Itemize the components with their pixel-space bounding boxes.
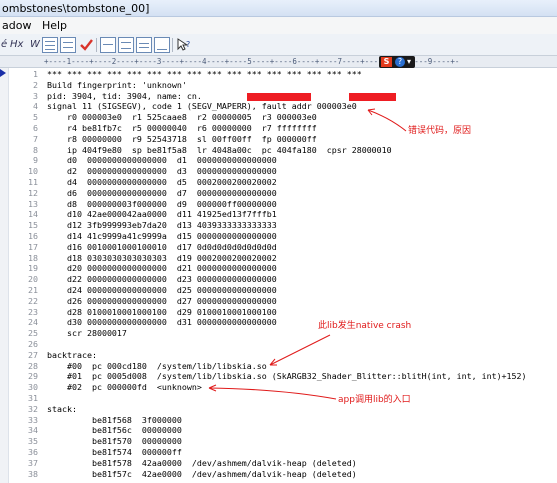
document-icon[interactable]: [136, 37, 152, 53]
check-icon[interactable]: [78, 37, 94, 53]
ime-dropdown-icon[interactable]: ▾: [407, 56, 411, 68]
hex-mode-button[interactable]: Hx: [10, 37, 30, 53]
column-mode-icon[interactable]: [60, 37, 76, 53]
toolbar: é Hx W ?: [0, 34, 557, 56]
split-view-icon[interactable]: [118, 37, 134, 53]
toolbar-edge-icon[interactable]: é: [1, 37, 9, 53]
menu-help[interactable]: Help: [40, 17, 72, 34]
annotation-native-crash: 此lib发生native crash: [318, 321, 412, 331]
ime-toolbar[interactable]: S ? ▾: [379, 56, 415, 68]
wrap-mode-button[interactable]: W: [30, 37, 42, 53]
annotation-error-code: 错误代码，原因: [408, 126, 472, 136]
svg-text:?: ?: [186, 40, 190, 49]
ime-s-icon[interactable]: S: [381, 57, 392, 67]
window-title: ombstones\tombstone_00]: [0, 0, 557, 17]
text-editor[interactable]: 1 *** *** *** *** *** *** *** *** *** ***…: [0, 68, 557, 483]
chart-icon[interactable]: [154, 37, 170, 53]
ime-help-icon[interactable]: ?: [395, 57, 405, 67]
menu-bar: adow Help: [0, 17, 557, 34]
list-view-icon[interactable]: [42, 37, 58, 53]
annotation-app-entry: app调用lib的入口: [338, 395, 411, 405]
menu-window[interactable]: adow: [0, 17, 36, 34]
annotation-arrows: [208, 108, 407, 400]
column-ruler: +----1----+----2----+----3----+----4----…: [0, 56, 557, 68]
help-cursor-icon[interactable]: ?: [176, 37, 192, 53]
panel-icon[interactable]: [100, 37, 116, 53]
